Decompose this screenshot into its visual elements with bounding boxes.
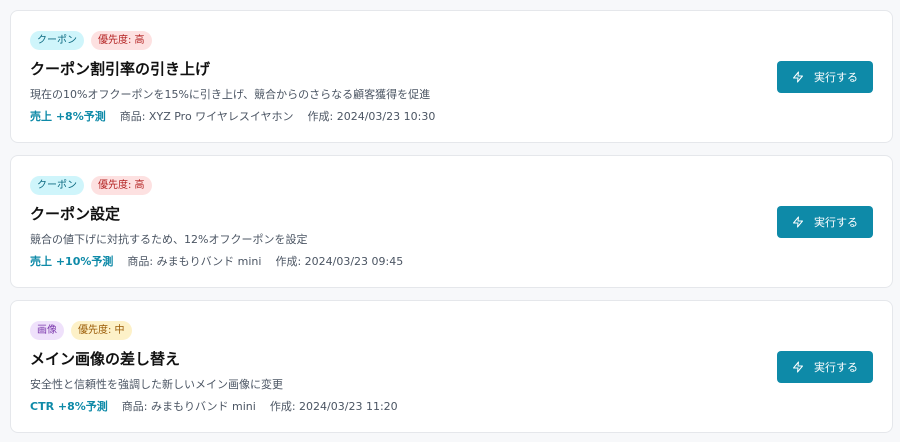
- execute-button-label: 実行する: [814, 361, 858, 374]
- card-tags: 画像 優先度: 中: [30, 321, 132, 340]
- card-meta: CTR +8%予測 商品: みまもりバンド mini 作成: 2024/03/2…: [30, 398, 398, 414]
- category-tag: 画像: [30, 321, 64, 340]
- recommendation-list: クーポン 優先度: 高 クーポン割引率の引き上げ 現在の10%オフクーポンを15…: [0, 0, 900, 442]
- execute-button-label: 実行する: [814, 216, 858, 229]
- card-tags: クーポン 優先度: 高: [30, 31, 152, 50]
- lightning-icon: [792, 361, 804, 373]
- card-meta: 売上 +10%予測 商品: みまもりバンド mini 作成: 2024/03/2…: [30, 253, 403, 269]
- execute-button-label: 実行する: [814, 71, 858, 84]
- product-name: 商品: みまもりバンド mini: [121, 400, 256, 413]
- product-name: 商品: みまもりバンド mini: [127, 255, 262, 268]
- card-tags: クーポン 優先度: 高: [30, 176, 152, 195]
- priority-badge: 優先度: 高: [91, 176, 152, 195]
- card-title: クーポン割引率の引き上げ: [30, 60, 211, 78]
- execute-button[interactable]: 実行する: [777, 206, 873, 238]
- created-timestamp: 作成: 2024/03/23 09:45: [275, 255, 404, 268]
- card-description: 安全性と信頼性を強調した新しいメイン画像に変更: [30, 378, 283, 391]
- created-timestamp: 作成: 2024/03/23 11:20: [269, 400, 398, 413]
- card-description: 現在の10%オフクーポンを15%に引き上げ、競合からのさらなる顧客獲得を促進: [30, 88, 431, 101]
- priority-badge: 優先度: 中: [71, 321, 132, 340]
- impact-forecast: 売上 +8%予測: [30, 110, 106, 123]
- impact-forecast: CTR +8%予測: [30, 400, 108, 413]
- card-title: メイン画像の差し替え: [30, 350, 181, 368]
- priority-badge: 優先度: 高: [91, 31, 152, 50]
- execute-button[interactable]: 実行する: [777, 351, 873, 383]
- category-tag: クーポン: [30, 31, 84, 50]
- created-timestamp: 作成: 2024/03/23 10:30: [307, 110, 436, 123]
- execute-button[interactable]: 実行する: [777, 61, 873, 93]
- card-title: クーポン設定: [30, 205, 121, 223]
- product-name: 商品: XYZ Pro ワイヤレスイヤホン: [119, 110, 294, 123]
- recommendation-card: クーポン 優先度: 高 クーポン設定 競合の値下げに対抗するため、12%オフクー…: [10, 155, 893, 288]
- lightning-icon: [792, 216, 804, 228]
- impact-forecast: 売上 +10%予測: [30, 255, 114, 268]
- lightning-icon: [792, 71, 804, 83]
- card-meta: 売上 +8%予測 商品: XYZ Pro ワイヤレスイヤホン 作成: 2024/…: [30, 108, 435, 124]
- category-tag: クーポン: [30, 176, 84, 195]
- recommendation-card: 画像 優先度: 中 メイン画像の差し替え 安全性と信頼性を強調した新しいメイン画…: [10, 300, 893, 433]
- recommendation-card: クーポン 優先度: 高 クーポン割引率の引き上げ 現在の10%オフクーポンを15…: [10, 10, 893, 143]
- card-description: 競合の値下げに対抗するため、12%オフクーポンを設定: [30, 233, 308, 246]
